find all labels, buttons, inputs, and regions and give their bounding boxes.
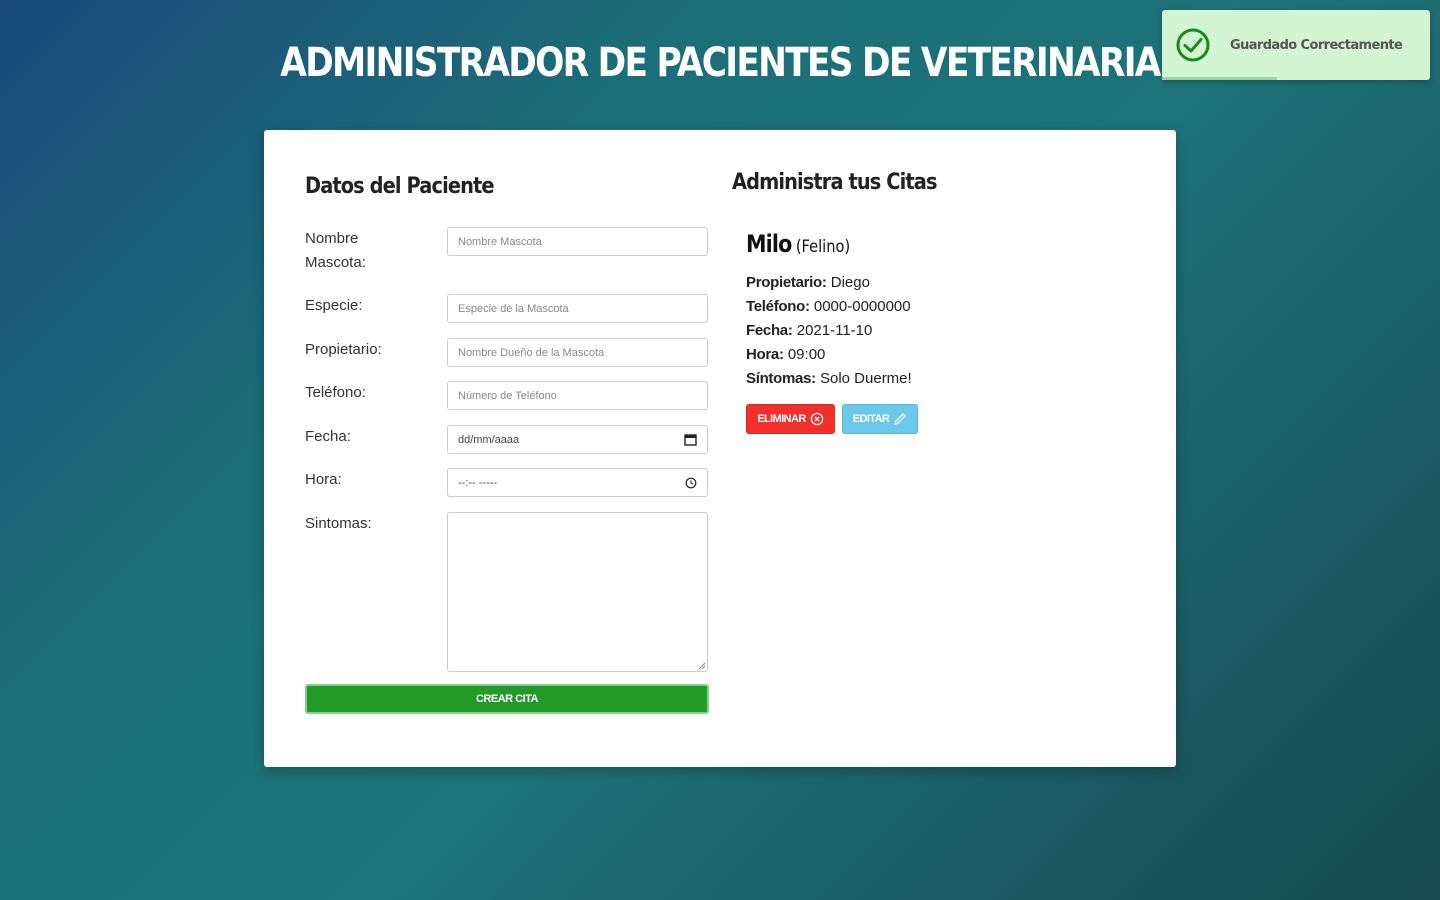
main-card: Datos del Paciente Nombre Mascota: Nombr… bbox=[264, 130, 1176, 767]
success-toast[interactable]: Guardado Correctamente bbox=[1162, 10, 1430, 80]
form-title: Datos del Paciente bbox=[305, 174, 495, 199]
symptoms-label: Sintomas: bbox=[305, 515, 372, 532]
appointment-card-title: Milo (Felino) bbox=[746, 230, 850, 258]
pet-name: Milo bbox=[746, 230, 792, 258]
appointment-owner: Propietario: Diego bbox=[746, 274, 870, 291]
x-circle-icon bbox=[810, 412, 823, 426]
edit-button[interactable]: EDITAR bbox=[842, 404, 918, 434]
appointment-time: Hora: 09:00 bbox=[746, 346, 826, 363]
pet-species: (Felino) bbox=[795, 237, 851, 257]
species-label: Especie: bbox=[305, 297, 363, 314]
pet-name-input[interactable]: Nombre Mascota bbox=[447, 227, 708, 256]
owner-label: Propietario: bbox=[305, 341, 382, 358]
resize-handle-icon[interactable] bbox=[698, 662, 706, 670]
date-label: Fecha: bbox=[305, 428, 351, 445]
appointments-title: Administra tus Citas bbox=[732, 170, 937, 195]
pet-name-label: Nombre Mascota: bbox=[305, 230, 366, 271]
species-input[interactable]: Especie de la Mascota bbox=[447, 294, 708, 323]
pencil-icon bbox=[894, 413, 906, 425]
appointment-phone: Teléfono: 0000-0000000 bbox=[746, 298, 911, 315]
appointment-date: Fecha: 2021-11-10 bbox=[746, 322, 873, 339]
phone-label: Teléfono: bbox=[305, 384, 366, 401]
page-title: ADMINISTRADOR DE PACIENTES DE VETERINARI… bbox=[280, 40, 1161, 86]
calendar-icon[interactable] bbox=[684, 433, 697, 446]
appointment-symptoms: Síntomas: Solo Duerme! bbox=[746, 370, 912, 387]
symptoms-textarea[interactable] bbox=[447, 512, 708, 672]
create-appointment-button[interactable]: CREAR CITA bbox=[305, 684, 709, 714]
date-input[interactable]: dd/mm/aaaa bbox=[447, 425, 708, 454]
clock-icon[interactable] bbox=[685, 477, 697, 489]
owner-input[interactable]: Nombre Dueño de la Mascota bbox=[447, 338, 708, 367]
toast-message: Guardado Correctamente bbox=[1230, 37, 1403, 53]
delete-button[interactable]: ELIMINAR bbox=[746, 404, 835, 434]
time-input[interactable]: --:-- ----- bbox=[447, 468, 708, 497]
phone-input[interactable]: Número de Teléfono bbox=[447, 381, 708, 410]
check-circle-icon bbox=[1176, 28, 1210, 62]
toast-progress-bar bbox=[1162, 77, 1278, 80]
time-label: Hora: bbox=[305, 471, 342, 488]
